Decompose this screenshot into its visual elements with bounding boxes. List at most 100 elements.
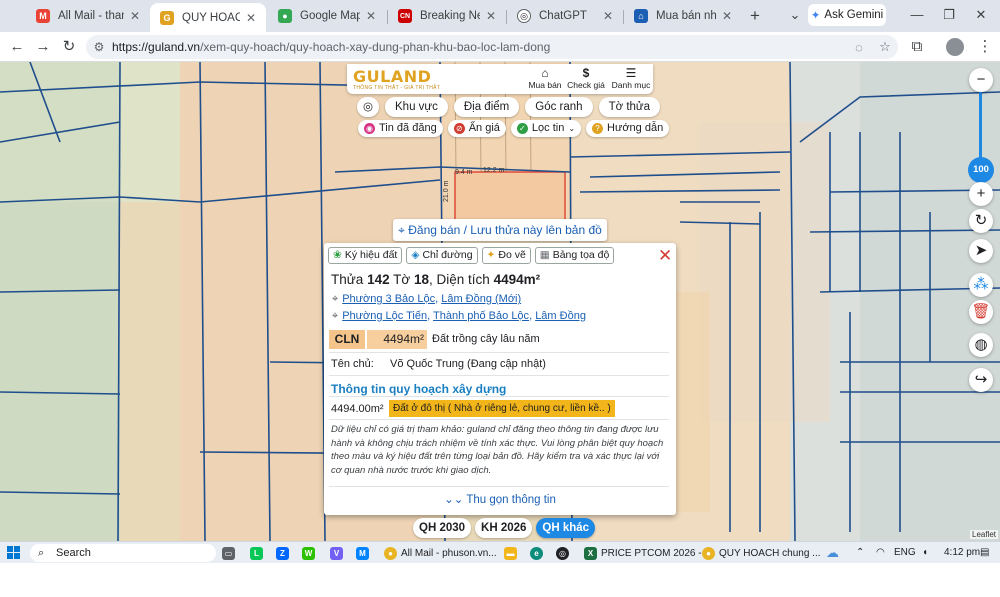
wifi-icon[interactable]: ◠ [876, 544, 885, 562]
parcel-edge-label: 12.2 m [483, 167, 505, 174]
collapse-info-button[interactable]: ⌄⌄ Thu gọn thông tin [324, 492, 676, 506]
tray-chevron-icon[interactable]: ⌃ [856, 544, 864, 562]
post-parcel-label: Đăng bán / Lưu thửa này lên bản đồ [408, 223, 602, 237]
tab-quy-hoach[interactable]: G QUY HOACH chu ✕ [150, 3, 266, 32]
extensions-icon[interactable]: ⧉ [906, 36, 928, 58]
weather-icon[interactable]: ☁ [826, 544, 839, 562]
volume-icon[interactable]: ◖ [922, 544, 928, 562]
zoom-slider-track[interactable] [979, 91, 982, 165]
chevron-down-icon: ⌄ [568, 124, 576, 133]
trash-icon[interactable]: 🗑 [969, 300, 993, 324]
file-explorer-icon[interactable]: ▬ [504, 544, 521, 562]
close-icon[interactable]: ✕ [244, 11, 258, 25]
maps-icon: ● [278, 9, 292, 23]
compass-icon[interactable]: ⁂ [969, 273, 993, 297]
pill-khu-vuc[interactable]: Khu vực [385, 97, 448, 117]
restore-button[interactable]: ❐ [934, 4, 964, 26]
windows-start-icon[interactable] [7, 546, 21, 560]
close-icon[interactable]: ✕ [720, 9, 734, 23]
tool-do-ve[interactable]: ✦ Đo vẽ [481, 247, 531, 264]
back-button[interactable]: ← [6, 36, 28, 58]
nav-danh-muc[interactable]: ☰ Danh mục [611, 67, 651, 91]
zoom-level-badge[interactable]: 100 [968, 157, 994, 183]
browser-toolbar: ← → ↻ ⚙ https://guland.vn/xem-quy-hoach/… [0, 32, 1000, 62]
navigate-icon[interactable]: ➤ [969, 239, 993, 263]
tab-qh-2030[interactable]: QH 2030 [413, 518, 472, 538]
address-bar[interactable]: ⚙ https://guland.vn/xem-quy-hoach/quy-ho… [86, 35, 898, 59]
zoom-out-button[interactable]: − [969, 68, 993, 92]
task-view-icon[interactable]: ▭ [222, 544, 239, 562]
close-icon[interactable]: ✕ [364, 9, 378, 23]
zoom-in-button[interactable]: + [969, 182, 993, 206]
pill-goc-ranh[interactable]: Góc ranh [525, 97, 593, 117]
leaflet-attribution[interactable]: Leaflet [970, 530, 999, 539]
eye-off-icon[interactable]: ◌ [846, 40, 872, 55]
locate-button[interactable]: ◎ [357, 97, 379, 117]
province-link[interactable]: Lâm Đồng (Mới) [441, 293, 521, 305]
city-link[interactable]: Thành phố Bảo Lộc [433, 310, 529, 322]
layers-icon[interactable]: ◍ [969, 333, 993, 357]
language-indicator[interactable]: ENG [894, 544, 916, 562]
close-icon[interactable]: ✕ [484, 9, 498, 23]
tool-chi-duong[interactable]: ◈ Chỉ đường [406, 247, 478, 264]
close-window-button[interactable]: ✕ [966, 4, 996, 26]
tab-qh-khac[interactable]: QH khác [536, 518, 596, 538]
owner-label: Tên chủ: [331, 358, 374, 370]
close-icon[interactable]: ✕ [601, 9, 615, 23]
pill-to-thua[interactable]: Tờ thửa [598, 97, 661, 117]
tab-kh-2026[interactable]: KH 2026 [475, 518, 533, 538]
chip-huong-dan[interactable]: ? Hướng dẫn [586, 120, 670, 137]
planning-heading: Thông tin quy hoạch xây dựng [331, 382, 507, 396]
minimize-button[interactable]: — [902, 4, 932, 26]
star-icon[interactable]: ☆ [872, 39, 898, 55]
map-canvas[interactable]: 12.2 m 9.4 m 21.0 m GULAND THÔNG TIN THẬ… [0, 62, 1000, 541]
tab-mua-ban[interactable]: ⌂ Mua bán nhà đất ✕ [624, 4, 742, 28]
wechat-icon[interactable]: W [302, 544, 319, 562]
post-parcel-button[interactable]: ⌖ Đăng bán / Lưu thửa này lên bản đồ [393, 219, 607, 241]
tab-all-mail[interactable]: M All Mail - thank.p ✕ [26, 4, 150, 28]
share-icon[interactable]: ↪ [969, 368, 993, 392]
province-link[interactable]: Lâm Đồng [535, 310, 586, 322]
site-info-icon[interactable]: ⚙ [86, 40, 112, 54]
close-popup-button[interactable]: ✕ [658, 247, 672, 264]
line-icon[interactable]: L [250, 544, 267, 562]
more-menu-icon[interactable]: ⋮ [974, 36, 996, 58]
ask-gemini-button[interactable]: ✦ Ask Gemini [808, 4, 886, 26]
tab-label: Breaking News, U [420, 10, 480, 22]
taskbar-app-mail[interactable]: ● All Mail - phuson.vn... [384, 544, 497, 562]
notification-icon[interactable]: ▤ [980, 544, 989, 562]
tab-search-button[interactable]: ⌄ [780, 4, 810, 26]
nav-mua-ban[interactable]: ⌂ Mua bán [527, 67, 563, 91]
profile-avatar[interactable] [946, 38, 964, 56]
url-host: https://guland.vn [112, 40, 201, 54]
nav-check-gia[interactable]: $ Check giá [567, 67, 605, 91]
chip-loc-tin[interactable]: ✓ Lọc tin ⌄ [510, 120, 582, 137]
reload-button[interactable]: ↻ [58, 36, 80, 58]
messenger-icon[interactable]: M [356, 544, 373, 562]
clock[interactable]: 4:12 pm [944, 544, 980, 562]
pill-dia-diem[interactable]: Địa điểm [453, 97, 520, 117]
ward-link[interactable]: Phường Lộc Tiến [342, 310, 427, 322]
url-text[interactable]: https://guland.vn/xem-quy-hoach/quy-hoac… [112, 40, 846, 54]
tool-ky-hieu-dat[interactable]: ❀ Ký hiệu đất [328, 247, 403, 264]
parcel-edge-label: 21.0 m [443, 180, 450, 202]
guland-logo[interactable]: GULAND [353, 67, 431, 86]
chip-tin-da-dang[interactable]: ◉ Tin đã đăng [358, 120, 443, 137]
taskbar-app-quy-hoach[interactable]: ● QUY HOACH chung ... [702, 544, 821, 562]
taskbar-app-excel[interactable]: X PRICE PTCOM 2026 - ... [584, 544, 713, 562]
chip-an-gia[interactable]: ⊘ Ẩn giá [447, 120, 506, 137]
close-icon[interactable]: ✕ [128, 9, 142, 23]
taskbar-search[interactable]: ⌕ Search [30, 544, 216, 562]
tool-bang-toa-do[interactable]: ▦ Bảng tọa độ [534, 247, 615, 264]
edge-icon[interactable]: e [530, 544, 547, 562]
tab-cnn[interactable]: CN Breaking News, U ✕ [388, 4, 506, 28]
forward-button[interactable]: → [32, 36, 54, 58]
new-tab-button[interactable]: + [745, 6, 765, 26]
ward-link[interactable]: Phường 3 Bảo Lộc [342, 293, 435, 305]
viber-icon[interactable]: V [330, 544, 347, 562]
chatgpt-icon[interactable]: ◎ [556, 544, 573, 562]
tab-chatgpt[interactable]: ◎ ChatGPT ✕ [507, 4, 623, 28]
refresh-icon[interactable]: ↻ [969, 209, 993, 233]
zalo-icon[interactable]: Z [276, 544, 293, 562]
tab-google-maps[interactable]: ● Google Maps ✕ [268, 4, 386, 28]
